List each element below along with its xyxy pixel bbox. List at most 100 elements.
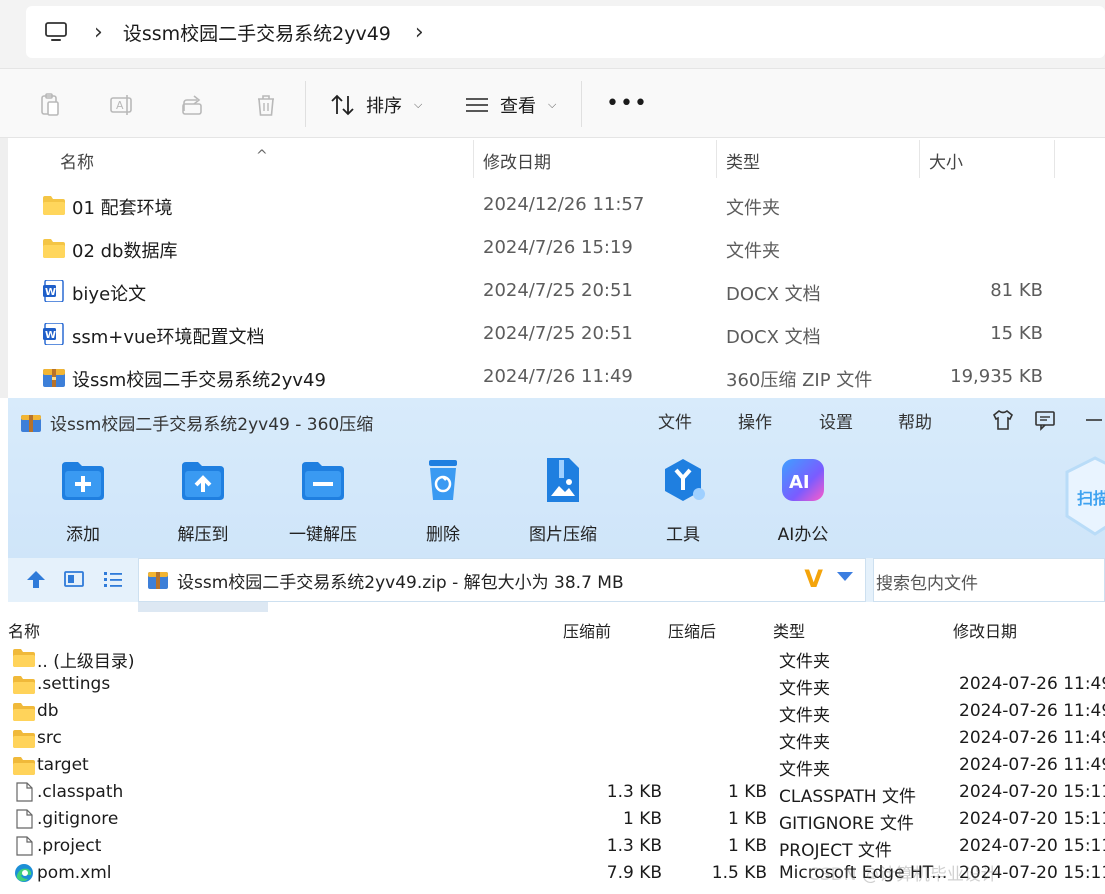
address-bar[interactable]: › 设ssm校园二手交易系统2yv49 › <box>26 6 1105 58</box>
tools-button[interactable]: 工具 <box>638 456 728 545</box>
file-date: 2024/12/26 11:57 <box>483 194 645 215</box>
sort-button[interactable]: 排序 ⌵ <box>330 89 422 121</box>
chevron-right-icon[interactable]: › <box>415 20 424 45</box>
zip-column-before[interactable]: 压缩前 <box>563 618 611 642</box>
menu-help[interactable]: 帮助 <box>898 408 932 433</box>
view-button[interactable]: 查看 ⌵ <box>464 89 556 121</box>
scroll-strip <box>138 602 268 612</box>
share-icon[interactable] <box>180 91 208 119</box>
up-arrow-icon[interactable] <box>25 568 47 590</box>
zip-file-date: 2024-07-20 15:11 <box>959 809 1105 829</box>
delete-icon[interactable] <box>252 91 280 119</box>
file-row[interactable]: W ssm+vue环境配置文档 2024/7/25 20:51 DOCX 文档 … <box>0 313 1105 356</box>
paste-icon[interactable] <box>36 91 64 119</box>
column-name[interactable]: 名称 <box>60 148 94 173</box>
column-divider[interactable] <box>1054 140 1055 178</box>
ai-office-button[interactable]: AI AI办公 <box>758 456 848 545</box>
zip-file-row[interactable]: src 文件夹 2024-07-26 11:49 <box>8 725 1105 753</box>
archive-path-field[interactable]: 设ssm校园二手交易系统2yv49.zip - 解包大小为 38.7 MB V <box>138 558 866 602</box>
zip-file-name: .gitignore <box>37 809 119 829</box>
column-divider[interactable] <box>919 140 920 178</box>
folder-icon <box>43 239 65 258</box>
more-options-button[interactable]: ••• <box>606 91 648 116</box>
dropdown-arrow-icon[interactable] <box>837 572 853 581</box>
chevron-right-icon[interactable]: › <box>94 20 103 45</box>
menu-file[interactable]: 文件 <box>658 408 692 433</box>
feedback-icon[interactable] <box>1033 408 1057 432</box>
minimize-icon[interactable] <box>1082 408 1105 432</box>
zip-file-type: 文件夹 <box>779 733 830 753</box>
list-view-icon[interactable] <box>102 568 124 590</box>
menu-settings[interactable]: 设置 <box>819 408 853 433</box>
add-button[interactable]: 添加 <box>38 456 128 545</box>
menu-operate[interactable]: 操作 <box>738 408 772 433</box>
zip-file-row[interactable]: .settings 文件夹 2024-07-26 11:49 <box>8 671 1105 699</box>
ai-office-label: AI办公 <box>777 525 829 545</box>
csdn-watermark: CSDN @计算机毕业设计 <box>808 865 998 885</box>
zip-delete-button[interactable]: 删除 <box>398 456 488 545</box>
one-click-extract-icon <box>302 462 344 500</box>
file-row[interactable]: 02 db数据库 2024/7/26 15:19 文件夹 <box>0 227 1105 270</box>
column-type[interactable]: 类型 <box>726 148 760 173</box>
zip-file-row[interactable]: .. (上级目录) 文件夹 <box>8 644 1105 672</box>
zip-size-after: 1 KB <box>727 782 767 802</box>
column-size[interactable]: 大小 <box>929 148 963 173</box>
file-row[interactable]: W biye论文 2024/7/25 20:51 DOCX 文档 81 KB <box>0 270 1105 313</box>
file-type: 360压缩 ZIP 文件 <box>726 370 873 391</box>
column-header: ^ 名称 修改日期 类型 大小 <box>0 138 1105 178</box>
column-date[interactable]: 修改日期 <box>483 148 551 173</box>
image-compress-button[interactable]: 图片压缩 <box>518 456 608 545</box>
view-icon <box>466 98 488 112</box>
tools-icon <box>665 459 705 501</box>
file-row[interactable]: 01 配套环境 2024/12/26 11:57 文件夹 <box>0 184 1105 227</box>
zip-file-date: 2024-07-26 11:49 <box>959 728 1105 748</box>
zip-file-row[interactable]: target 文件夹 2024-07-26 11:49 <box>8 752 1105 780</box>
zip-file-row[interactable]: .gitignore 1 KB 1 KB GITIGNORE 文件 2024-07-20… <box>8 806 1105 834</box>
column-divider[interactable] <box>716 140 717 178</box>
folder-icon <box>13 649 35 667</box>
zip-file-row[interactable]: .project 1.3 KB 1 KB PROJECT 文件 2024-07-20 1… <box>8 833 1105 861</box>
zip-size-after: 1 KB <box>727 836 767 856</box>
explorer-titlebar: › 设ssm校园二手交易系统2yv49 › <box>0 0 1105 68</box>
zip-archive-icon <box>43 369 65 387</box>
one-click-extract-button[interactable]: 一键解压 <box>278 456 368 545</box>
scan-shield-icon[interactable]: 扫描 <box>1063 456 1105 536</box>
file-size: 15 KB <box>990 323 1043 344</box>
zip-file-row[interactable]: .classpath 1.3 KB 1 KB CLASSPATH 文件 2024-07-… <box>8 779 1105 807</box>
file-row[interactable]: 设ssm校园二手交易系统2yv49 2024/7/26 11:49 360压缩 … <box>0 356 1105 399</box>
column-divider[interactable] <box>473 140 474 178</box>
zip-size-before: 1 KB <box>622 809 662 829</box>
zip-size-after: 1 KB <box>727 809 767 829</box>
zip-column-type[interactable]: 类型 <box>773 618 805 642</box>
zip-title: 设ssm校园二手交易系统2yv49 - 360压缩 <box>50 415 374 435</box>
thumbnail-view-icon[interactable] <box>63 568 85 590</box>
zip-file-row[interactable]: db 文件夹 2024-07-26 11:49 <box>8 698 1105 726</box>
file-date: 2024/7/25 20:51 <box>483 280 633 301</box>
zip-file-type: 文件夹 <box>779 679 830 699</box>
file-size: 19,935 KB <box>950 366 1043 387</box>
sort-label: 排序 <box>366 96 402 117</box>
zip-column-date[interactable]: 修改日期 <box>953 618 1017 642</box>
folder-icon <box>13 676 35 694</box>
file-name: 设ssm校园二手交易系统2yv49 <box>72 370 326 391</box>
v-badge-icon[interactable]: V <box>804 565 823 593</box>
zip-address-bar: 设ssm校园二手交易系统2yv49.zip - 解包大小为 38.7 MB V … <box>8 558 1105 602</box>
add-icon <box>62 462 104 500</box>
skin-icon[interactable] <box>991 408 1015 432</box>
extract-to-button[interactable]: 解压到 <box>158 456 248 545</box>
chevron-down-icon: ⌵ <box>414 98 423 111</box>
zip-file-type: GITIGNORE 文件 <box>779 814 914 834</box>
file-date: 2024/7/26 15:19 <box>483 237 633 258</box>
zip-file-type: CLASSPATH 文件 <box>779 787 916 807</box>
tools-label: 工具 <box>666 525 700 545</box>
archive-search-input[interactable]: 搜索包内文件 <box>873 558 1105 602</box>
zip-column-name[interactable]: 名称 <box>8 618 40 642</box>
rename-icon[interactable]: A <box>108 91 136 119</box>
zip-file-type: PROJECT 文件 <box>779 841 892 861</box>
computer-icon[interactable] <box>44 20 68 44</box>
folder-icon <box>13 730 35 748</box>
breadcrumb-current[interactable]: 设ssm校园二手交易系统2yv49 <box>123 19 391 46</box>
svg-text:W: W <box>45 287 56 298</box>
zip-column-after[interactable]: 压缩后 <box>668 618 716 642</box>
sort-icon <box>331 94 354 116</box>
